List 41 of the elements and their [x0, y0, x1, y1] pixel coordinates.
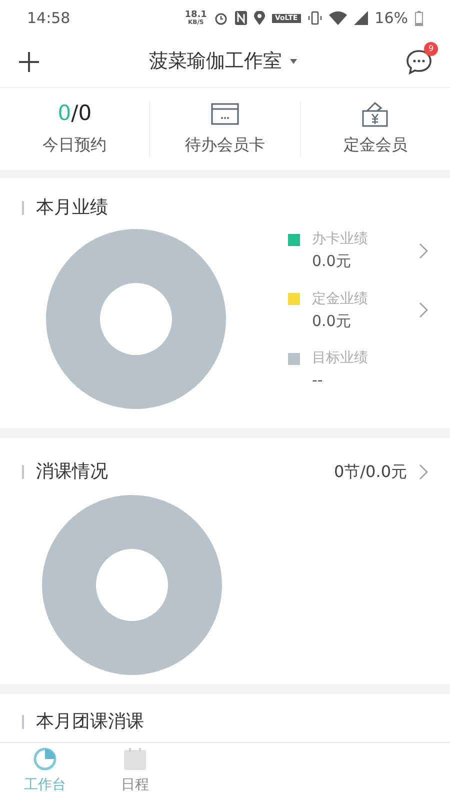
quick-action-label[interactable]: 待办会员卡: [184, 133, 265, 157]
add-icon[interactable]: [18, 50, 40, 72]
chevron-right-icon[interactable]: [419, 302, 428, 318]
status-time: 14:58: [27, 8, 70, 29]
alarm-icon: [214, 11, 228, 25]
class-summary: 0节/0.0元: [334, 460, 407, 482]
signal-icon: [354, 11, 368, 25]
studio-title[interactable]: 菠菜瑜伽工作室: [149, 47, 282, 76]
legend-value: 0.0元: [311, 310, 352, 332]
calendar-icon: [123, 747, 147, 771]
chevron-right-icon[interactable]: [419, 464, 428, 480]
legend-value: --: [311, 370, 324, 391]
unread-badge: 9: [424, 42, 438, 56]
chevron-right-icon[interactable]: [419, 242, 428, 259]
section-title: 本月团课消课: [36, 710, 144, 734]
wifi-icon: [328, 11, 347, 25]
total-count: 0: [78, 100, 92, 128]
section-marker: [22, 464, 24, 478]
tab-bar-item[interactable]: 日程: [90, 743, 180, 800]
nfc-icon: [234, 11, 247, 25]
vibrate-icon: [308, 11, 322, 25]
card-icon[interactable]: [210, 102, 239, 126]
legend-value: 0.0元: [311, 251, 352, 272]
battery-icon: [415, 10, 423, 26]
dropdown-caret-icon[interactable]: [290, 59, 297, 64]
money-box-icon[interactable]: [361, 101, 390, 127]
legend-label: 定金业绩: [312, 290, 368, 308]
pie-chart-icon: [33, 747, 57, 771]
location-icon: [254, 11, 265, 25]
legend-label: 办卡业绩: [312, 230, 368, 249]
count-separator: /: [71, 100, 78, 128]
quick-action-label[interactable]: 定金会员: [343, 133, 408, 157]
legend-label: 目标业绩: [312, 349, 368, 368]
network-speed: 18.1: [184, 10, 207, 20]
section-title: 本月业绩: [36, 196, 108, 220]
booked-count: 0: [58, 100, 72, 128]
section-marker: [22, 714, 24, 728]
quick-action-label[interactable]: 今日预约: [42, 133, 107, 157]
battery-percent: 16%: [374, 8, 408, 29]
section-marker: [22, 200, 24, 214]
section-title: 消课情况: [36, 460, 108, 484]
